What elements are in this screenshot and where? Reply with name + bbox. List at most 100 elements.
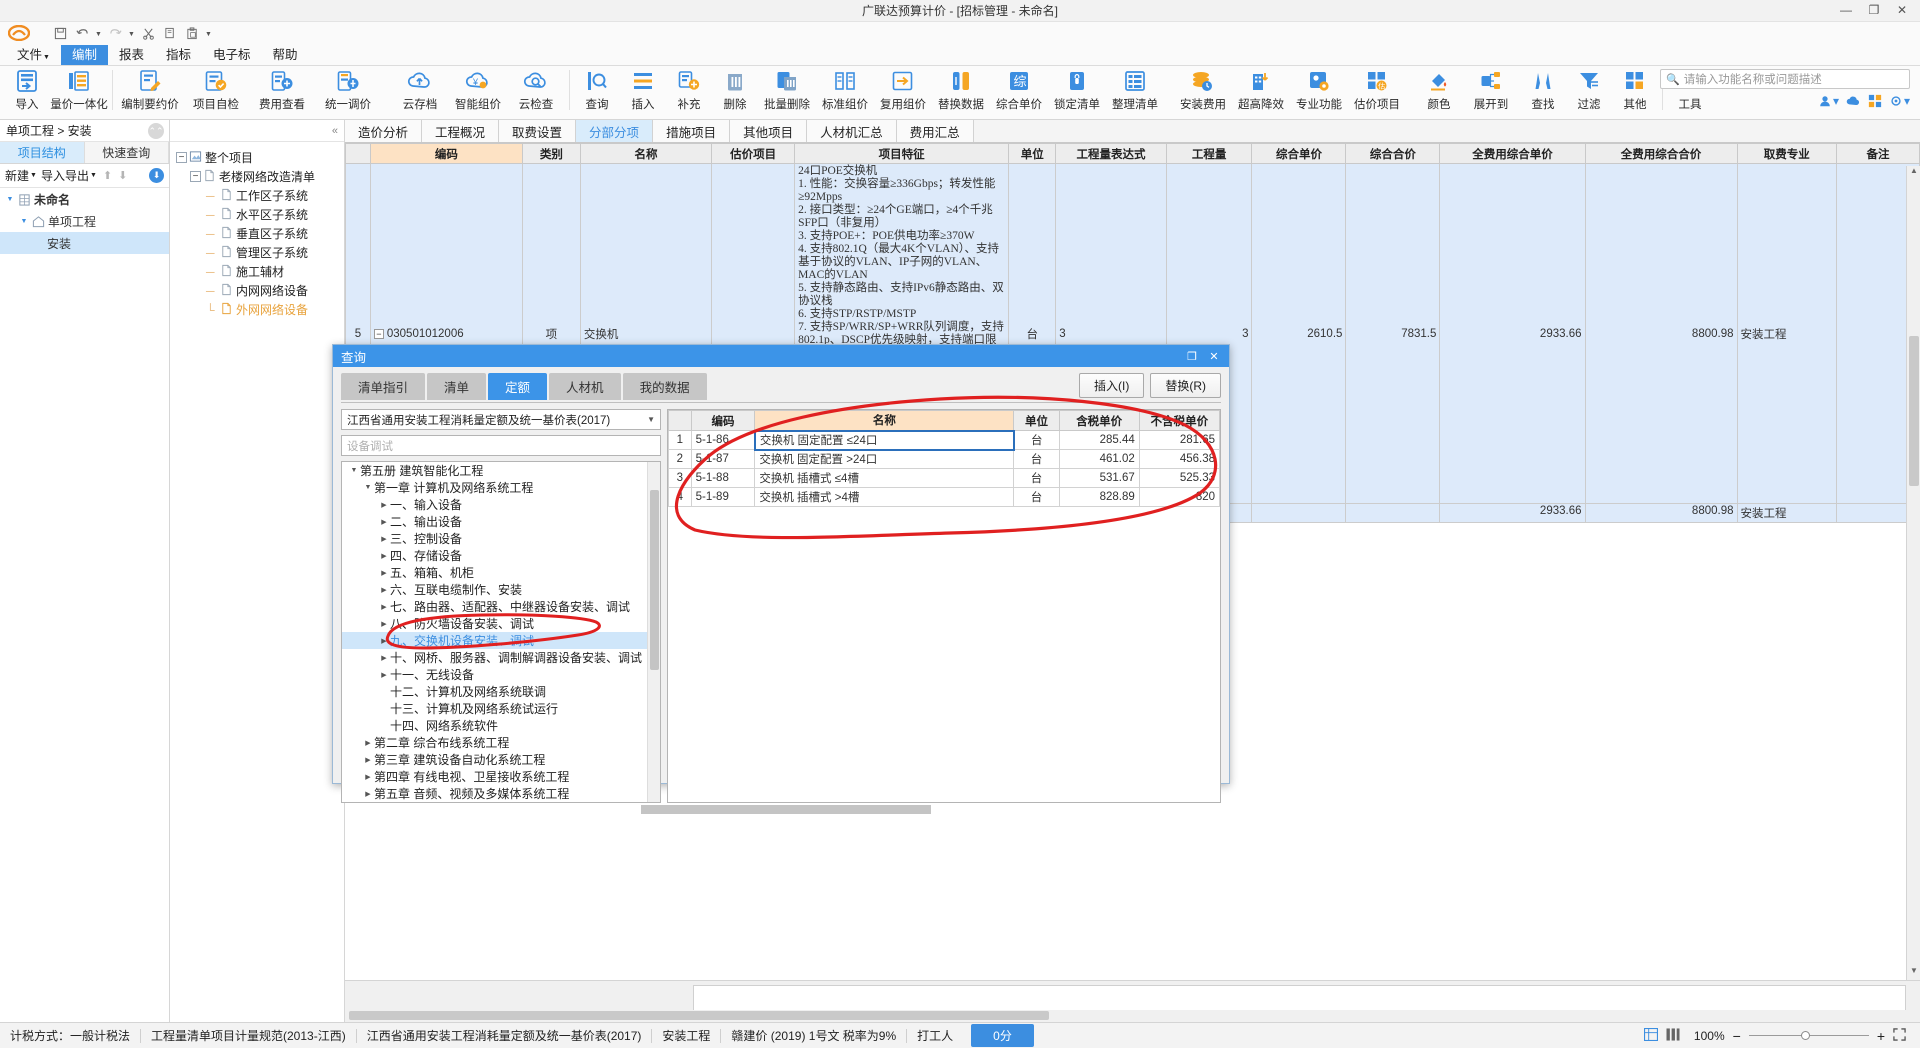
ribbon-button-cloud-archive[interactable]: 云存档 (391, 66, 449, 118)
quota-tree-row[interactable]: ▶ 十、网桥、服务器、调制解调器设备安装、调试 (342, 649, 660, 666)
cell-full-total-price[interactable]: 8800.98 (1584, 503, 1738, 523)
chevron-right-icon[interactable]: ▶ (378, 501, 390, 509)
cell-unit[interactable]: 台 (1013, 487, 1060, 507)
ribbon-button-other[interactable]: 其他 (1612, 66, 1658, 118)
col-header-full-total-price[interactable]: 全费用综合合价 (1584, 143, 1738, 164)
ribbon-button-supplement[interactable]: 补充 (666, 66, 712, 118)
quota-tree-row[interactable]: 十三、计算机及网络系统试运行 (342, 700, 660, 717)
import-export-button[interactable]: 导入导出 ▼ (41, 167, 97, 184)
col-header-unit[interactable]: 单位 (1008, 143, 1057, 164)
chevron-right-icon[interactable]: ▶ (378, 552, 390, 560)
ribbon-button-quantity-price[interactable]: 量价一体化 (50, 66, 108, 118)
chevron-right-icon[interactable]: ▶ (378, 671, 390, 679)
menu-item-help[interactable]: 帮助 (262, 45, 309, 65)
tree-row-item[interactable]: ─ 管理区子系统 (170, 243, 344, 262)
col-header-untaxed-price[interactable]: 不含税单价 (1138, 410, 1221, 431)
scroll-up-icon[interactable]: ▲ (1907, 166, 1920, 180)
insert-button[interactable]: 插入(I) (1079, 373, 1145, 398)
cell-untaxed-price[interactable]: 456.38 (1138, 449, 1221, 469)
tree-node-single-project[interactable]: ▼ 单项工程 (0, 210, 169, 232)
quota-tree-row[interactable]: ▶ 第二章 综合布线系统工程 (342, 734, 660, 751)
move-down-icon[interactable]: ⬇ (118, 169, 127, 182)
move-up-icon[interactable]: ⬆ (103, 169, 112, 182)
ribbon-button-standard-price[interactable]: 标准组价 (816, 66, 874, 118)
dialog-tab-my-data[interactable]: 我的数据 (622, 373, 707, 400)
quota-tree-row[interactable]: ▶ 四、存储设备 (342, 547, 660, 564)
scroll-thumb[interactable] (1909, 336, 1919, 486)
ribbon-button-edit-offer-price[interactable]: 编制要约价 (117, 66, 183, 118)
tab-fee-summary[interactable]: 费用汇总 (896, 120, 974, 142)
quota-tree-row[interactable]: ▶ 七、路由器、适配器、中继器设备安装、调试 (342, 598, 660, 615)
cell-code[interactable]: 5-1-86 (690, 430, 756, 450)
chevron-right-icon[interactable]: ▶ (378, 569, 390, 577)
replace-button[interactable]: 替换(R) (1150, 373, 1221, 398)
ribbon-button-lock-list[interactable]: 锁定清单 (1048, 66, 1106, 118)
ribbon-button-cloud-check[interactable]: 云检查 (507, 66, 565, 118)
split-view-icon[interactable] (1666, 1027, 1680, 1044)
quota-tree-row[interactable]: 十二、计算机及网络系统联调 (342, 683, 660, 700)
undo-icon[interactable] (72, 23, 92, 43)
dialog-tab-labor-material[interactable]: 人材机 (549, 373, 621, 400)
query-dialog[interactable]: 查询 ❐ ✕ 清单指引 清单 定额 人材机 我的数据 插入(I) 替换(R) 江… (332, 344, 1230, 814)
menu-item-report[interactable]: 报表 (108, 45, 155, 65)
cell-untaxed-price[interactable]: 820 (1138, 487, 1221, 507)
cell-unit[interactable]: 台 (1013, 430, 1060, 450)
chevron-right-icon[interactable]: ▶ (378, 603, 390, 611)
quota-tree-row[interactable]: ▶ 第三章 建筑设备自动化系统工程 (342, 751, 660, 768)
tab-quick-query[interactable]: 快速查询 (84, 142, 169, 163)
menu-item-ebid[interactable]: 电子标 (202, 45, 262, 65)
fullscreen-icon[interactable] (1893, 1027, 1906, 1044)
minimize-button[interactable]: — (1832, 0, 1860, 20)
close-button[interactable]: ✕ (1888, 0, 1916, 20)
ribbon-button-color[interactable]: 颜色 (1416, 66, 1462, 118)
quota-tree-row[interactable]: ▶ 第四章 有线电视、卫星接收系统工程 (342, 768, 660, 785)
score-badge[interactable]: 0分 (971, 1024, 1034, 1047)
zoom-slider[interactable] (1748, 1030, 1869, 1042)
cell-taxed-price[interactable]: 828.89 (1058, 487, 1140, 507)
quota-tree-row[interactable]: ▶ 三、控制设备 (342, 530, 660, 547)
ribbon-button-search[interactable]: 查询 (574, 66, 620, 118)
collapse-left-icon[interactable]: « (332, 125, 338, 137)
quota-tree-row[interactable]: ▶ 一、输入设备 (342, 496, 660, 513)
tree-row-old-building-list[interactable]: − 老楼网络改造清单 (170, 167, 344, 186)
ribbon-button-organize-list[interactable]: 整理清单 (1106, 66, 1164, 118)
paste-icon[interactable] (182, 23, 202, 43)
quota-search-input[interactable]: 设备调试 (341, 435, 661, 456)
chevron-right-icon[interactable]: ▶ (362, 739, 374, 747)
table-row[interactable]: 4 5-1-89 交换机 插槽式 >4槽 台 828.89 820 (668, 487, 1221, 507)
cell-unit[interactable]: 台 (1013, 449, 1060, 469)
col-header-profession[interactable]: 取费专业 (1736, 143, 1837, 164)
col-header-total-price[interactable]: 综合合价 (1345, 143, 1441, 164)
col-header-code[interactable]: 编码 (369, 143, 523, 164)
cell-untaxed-price[interactable]: 281.65 (1138, 430, 1221, 450)
cell-total-price[interactable]: 7831.5 (1345, 163, 1441, 504)
ribbon-button-reuse-price[interactable]: 复用组价 (874, 66, 932, 118)
quota-tree-row[interactable]: ▼ 第五册 建筑智能化工程 (342, 462, 660, 479)
ribbon-button-pro-function[interactable]: 专业功能 (1290, 66, 1348, 118)
cell-unit[interactable]: 台 (1013, 468, 1060, 488)
tree-scrollbar[interactable] (647, 462, 660, 802)
chevron-down-icon[interactable]: ▼ (4, 196, 16, 203)
tree-node-install[interactable]: 安装 (0, 232, 169, 254)
ribbon-button-delete[interactable]: 删除 (712, 66, 758, 118)
quota-tree-row[interactable]: ▶ 五、箱箱、机柜 (342, 564, 660, 581)
tree-row-item-selected[interactable]: └ 外网网络设备 (170, 300, 344, 319)
col-header-code[interactable]: 编码 (690, 410, 756, 431)
quota-tree-row[interactable]: ▶ 八、防火墙设备安装、调试 (342, 615, 660, 632)
user-account-icon[interactable]: ▾ (1818, 94, 1839, 108)
tree-node-unnamed[interactable]: ▼ 未命名 (0, 188, 169, 210)
col-header-unit-price[interactable]: 综合单价 (1251, 143, 1347, 164)
chevron-down-icon[interactable]: ▼ (348, 467, 360, 474)
dialog-restore-button[interactable]: ❐ (1181, 345, 1203, 367)
zoom-knob[interactable] (1800, 1031, 1810, 1040)
dialog-hscroll-thumb[interactable] (641, 805, 931, 814)
cell-name[interactable]: 交换机 插槽式 ≤4槽 (754, 468, 1015, 488)
tree-scroll-thumb[interactable] (650, 490, 659, 670)
tab-cost-analysis[interactable]: 造价分析 (345, 120, 423, 142)
redo-icon[interactable] (105, 23, 125, 43)
tree-row-item[interactable]: ─ 工作区子系统 (170, 186, 344, 205)
tree-row-item[interactable]: ─ 施工辅材 (170, 262, 344, 281)
quota-tree-row[interactable]: ▶ 六、互联电缆制作、安装 (342, 581, 660, 598)
grid-view-icon[interactable] (1643, 1027, 1659, 1044)
cloud-sync-icon[interactable] (1846, 94, 1861, 108)
